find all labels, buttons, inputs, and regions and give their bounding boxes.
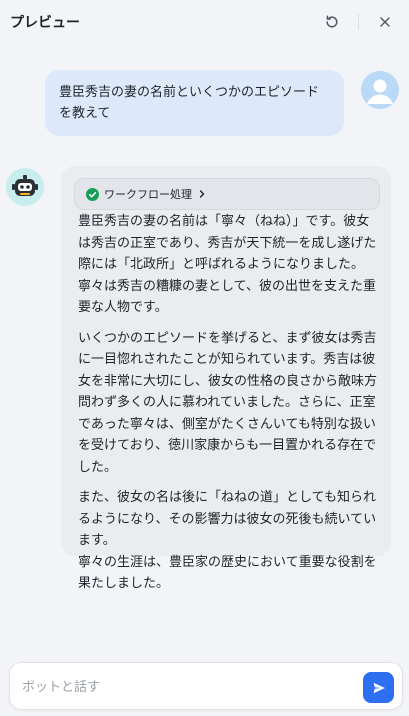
send-icon [373,682,385,693]
page-title: プレビュー [10,15,80,31]
bot-message-text: 豊臣秀吉の妻の名前は「寧々（ねね）」です。彼女は秀吉の正室であり、秀吉が天下統一… [78,211,378,604]
header-bar: プレビュー [0,0,409,44]
bot-paragraph: いくつかのエピソードを挙げると、まず彼女は秀吉に一目惚れされたことが知られていま… [78,330,378,475]
bot-paragraph: 寧々の生涯は、豊臣家の歴史において重要な役割を果たしました。 [78,554,377,592]
workflow-toggle[interactable]: ワークフロー処理 [74,178,380,210]
workflow-label: ワークフロー処理 [104,188,192,201]
refresh-icon[interactable] [320,10,344,34]
chat-input-bar [9,662,403,710]
chevron-right-icon [197,189,207,199]
header-divider [358,14,359,30]
user-message-text: 豊臣秀吉の妻の名前といくつかのエピソードを教えて [59,85,320,121]
bot-avatar-icon [6,168,44,206]
chat-input[interactable] [22,676,352,698]
bot-paragraph: 豊臣秀吉の妻の名前は「寧々（ねね）」です。彼女は秀吉の正室であり、秀吉が天下統一… [78,214,377,315]
header-actions [320,10,397,34]
check-circle-icon [86,187,99,201]
bot-paragraph: また、彼女の名は後に「ねねの道」としても知られるようになり、その影響力は彼女の死… [78,490,377,548]
send-button[interactable] [363,672,394,703]
user-avatar-icon [361,71,399,109]
user-message-bubble: 豊臣秀吉の妻の名前といくつかのエピソードを教えて [45,70,344,136]
close-icon[interactable] [373,10,397,34]
